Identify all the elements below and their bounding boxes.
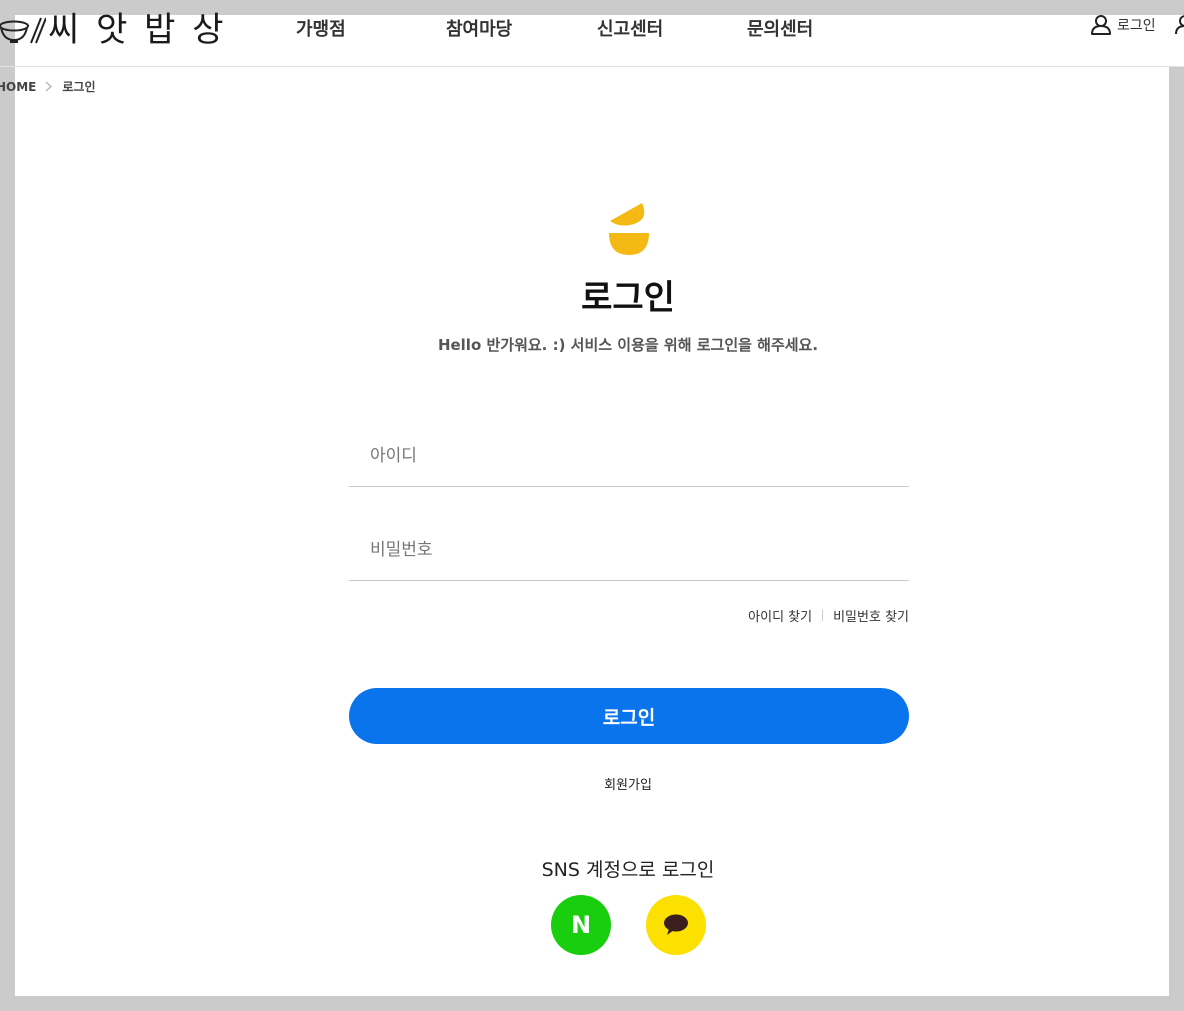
- nav-item-report-center[interactable]: 신고센터: [597, 18, 663, 42]
- find-id-link[interactable]: 아이디 찾기: [748, 606, 812, 625]
- chevron-right-icon: [45, 81, 53, 92]
- sns-login-title: SNS 계정으로 로그인: [541, 859, 715, 881]
- breadcrumb-current: 로그인: [62, 80, 96, 94]
- link-divider: [822, 610, 824, 621]
- nav-item-community[interactable]: 참여마당: [446, 18, 512, 42]
- page-background: [15, 15, 1169, 996]
- naver-icon: N: [570, 911, 592, 939]
- username-input[interactable]: [349, 425, 909, 486]
- rice-bowl-chopsticks-icon: [0, 10, 46, 50]
- username-field: [349, 425, 909, 487]
- header-login-label: 로그인: [1117, 18, 1156, 34]
- nav-item-franchise[interactable]: 가맹점: [296, 18, 346, 42]
- user-icon: [1090, 14, 1112, 36]
- login-button[interactable]: 로그인: [349, 688, 909, 744]
- page-subtitle: Hello 반가워요. :) 서비스 이용을 위해 로그인을 해주세요.: [437, 336, 819, 354]
- password-input[interactable]: [349, 519, 909, 580]
- password-field: [349, 519, 909, 581]
- header-divider: [0, 66, 1184, 67]
- kakao-login-button[interactable]: [646, 895, 706, 955]
- find-account-links: 아이디 찾기 비밀번호 찾기: [349, 606, 909, 625]
- nav-item-inquiry-center[interactable]: 문의센터: [747, 18, 813, 42]
- bowl-logo-icon: [608, 197, 650, 259]
- naver-login-button[interactable]: N: [551, 895, 611, 955]
- breadcrumb-home[interactable]: HOME: [0, 80, 36, 94]
- breadcrumb: HOME 로그인: [0, 78, 96, 95]
- header-login-link[interactable]: 로그인: [1090, 14, 1156, 36]
- kakao-chat-icon: [663, 914, 689, 936]
- page-title: 로그인: [581, 278, 675, 318]
- find-password-link[interactable]: 비밀번호 찾기: [833, 606, 909, 625]
- site-logo[interactable]: 씨 앗 밥 상: [0, 10, 227, 50]
- logo-text: 씨 앗 밥 상: [48, 10, 227, 50]
- signup-link[interactable]: 회원가입: [0, 774, 1184, 793]
- user-icon[interactable]: [1174, 14, 1184, 40]
